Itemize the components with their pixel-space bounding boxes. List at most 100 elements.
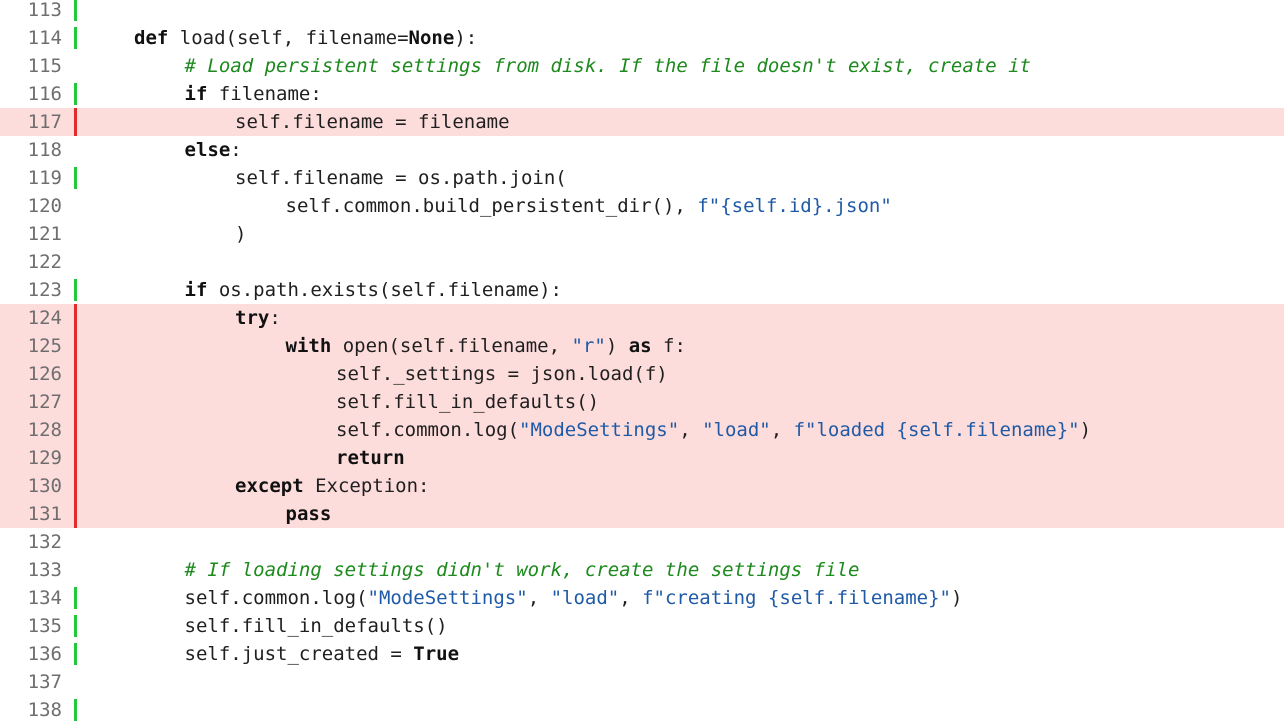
code-text: self.fill_in_defaults() <box>336 388 599 416</box>
code-token: : <box>269 307 281 329</box>
line-number[interactable]: 137 <box>0 668 62 696</box>
line-number[interactable]: 127 <box>0 388 62 416</box>
code-line: 134 self.common.log("ModeSettings", "load… <box>0 584 1284 612</box>
line-number[interactable]: 133 <box>0 556 62 584</box>
line-number[interactable]: 129 <box>0 444 62 472</box>
keyword-token: with <box>285 335 332 357</box>
code-token: self.just_created = <box>184 643 414 665</box>
line-number[interactable]: 136 <box>0 640 62 668</box>
line-number[interactable]: 120 <box>0 192 62 220</box>
line-number[interactable]: 117 <box>0 108 62 136</box>
code-line: 115 # Load persistent settings from disk.… <box>0 52 1284 80</box>
uncovered-marker <box>74 304 77 332</box>
code-text: self.common.log("ModeSettings", "load", … <box>336 416 1091 444</box>
uncovered-marker <box>74 108 77 136</box>
line-number[interactable]: 125 <box>0 332 62 360</box>
code-text: self.filename = filename <box>235 108 510 136</box>
covered-marker <box>74 643 77 665</box>
code-line: 138 <box>0 696 1284 724</box>
uncovered-marker <box>74 500 77 528</box>
string-token: f"loaded {self.filename}" <box>793 419 1080 441</box>
code-line: 137 <box>0 668 1284 696</box>
code-token: ) <box>950 587 963 609</box>
code-token: open(self.filename, <box>331 335 572 357</box>
covered-marker <box>74 0 77 21</box>
code-token: self.common.build_persistent_dir(), <box>285 195 698 217</box>
covered-marker <box>74 279 77 301</box>
string-token: f"{self.id}.json" <box>697 195 892 217</box>
comment-token: # If loading settings didn't work, creat… <box>184 559 860 581</box>
code-line: 122 <box>0 248 1284 276</box>
line-number[interactable]: 122 <box>0 248 62 276</box>
keyword-token: as <box>628 335 652 357</box>
line-number[interactable]: 131 <box>0 500 62 528</box>
code-text: self.just_created = True <box>185 640 460 668</box>
code-line: 136 self.just_created = True <box>0 640 1284 668</box>
comment-token: # Load persistent settings from disk. If… <box>184 55 1031 77</box>
code-line: 117 self.filename = filename <box>0 108 1284 136</box>
line-number[interactable]: 115 <box>0 52 62 80</box>
covered-marker <box>74 83 77 105</box>
code-token: ) <box>605 335 629 357</box>
code-line: 125 with open(self.filename, "r") as f: <box>0 332 1284 360</box>
line-number[interactable]: 124 <box>0 304 62 332</box>
code-line: 133 # If loading settings didn't work, cr… <box>0 556 1284 584</box>
code-text: except Exception: <box>235 472 429 500</box>
code-token: , <box>619 587 643 609</box>
code-line: 135 self.fill_in_defaults() <box>0 612 1284 640</box>
code-text: # If loading settings didn't work, creat… <box>185 556 860 584</box>
code-line: 130 except Exception: <box>0 472 1284 500</box>
covered-marker <box>74 615 77 637</box>
line-number[interactable]: 138 <box>0 696 62 724</box>
code-text: return <box>336 444 405 472</box>
line-number[interactable]: 130 <box>0 472 62 500</box>
code-token: Exception: <box>303 475 430 497</box>
line-number[interactable]: 119 <box>0 164 62 192</box>
code-line: 113 <box>0 0 1284 24</box>
uncovered-marker <box>74 444 77 472</box>
line-number[interactable]: 135 <box>0 612 62 640</box>
line-number[interactable]: 128 <box>0 416 62 444</box>
keyword-token: None <box>408 27 455 49</box>
uncovered-marker <box>74 472 77 500</box>
code-line: 116 if filename: <box>0 80 1284 108</box>
code-token: , <box>527 587 551 609</box>
code-line: 132 <box>0 528 1284 556</box>
code-token: self.filename = os.path.join( <box>235 167 567 189</box>
line-number[interactable]: 116 <box>0 80 62 108</box>
line-number[interactable]: 134 <box>0 584 62 612</box>
keyword-token: pass <box>285 503 332 525</box>
code-line: 131 pass <box>0 500 1284 528</box>
code-line: 114 def load(self, filename=None): <box>0 24 1284 52</box>
code-token: ) <box>235 223 247 245</box>
code-token: ): <box>454 27 478 49</box>
code-line: 121) <box>0 220 1284 248</box>
line-number[interactable]: 118 <box>0 136 62 164</box>
string-token: "r" <box>571 335 606 357</box>
code-text: # Load persistent settings from disk. If… <box>185 52 1031 80</box>
keyword-token: True <box>413 643 460 665</box>
code-text: try: <box>235 304 281 332</box>
code-line: 128 self.common.log("ModeSettings", "load… <box>0 416 1284 444</box>
code-token: , <box>770 419 794 441</box>
code-text: if os.path.exists(self.filename): <box>185 276 563 304</box>
code-line: 119 self.filename = os.path.join( <box>0 164 1284 192</box>
uncovered-marker <box>74 388 77 416</box>
line-number[interactable]: 123 <box>0 276 62 304</box>
code-text: self.filename = os.path.join( <box>235 164 567 192</box>
line-number[interactable]: 121 <box>0 220 62 248</box>
keyword-token: if <box>184 279 208 301</box>
covered-marker <box>74 699 77 721</box>
code-token: load(self, filename= <box>168 27 409 49</box>
line-number[interactable]: 126 <box>0 360 62 388</box>
string-token: f"creating {self.filename}" <box>642 587 951 609</box>
code-token: self.fill_in_defaults() <box>184 615 448 637</box>
code-token: ) <box>1079 419 1092 441</box>
code-line: 124 try: <box>0 304 1284 332</box>
string-token: "load" <box>702 419 771 441</box>
code-line: 118 else: <box>0 136 1284 164</box>
code-text: self._settings = json.load(f) <box>336 360 668 388</box>
line-number[interactable]: 113 <box>0 0 62 24</box>
line-number[interactable]: 114 <box>0 24 62 52</box>
line-number[interactable]: 132 <box>0 528 62 556</box>
